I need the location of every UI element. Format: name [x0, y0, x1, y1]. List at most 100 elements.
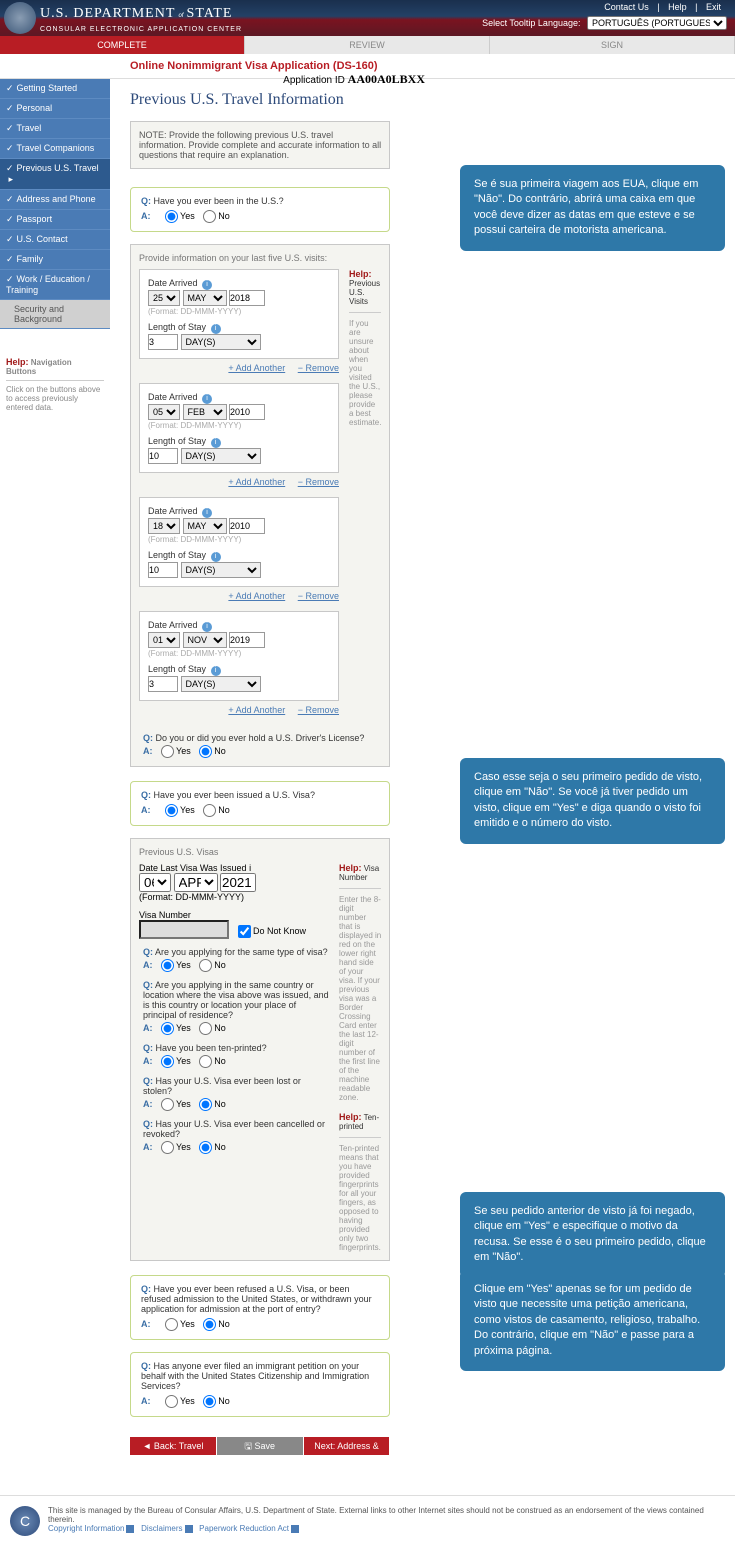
visit-box: Date Arrived i 05 FEB (Format: DD-MMM-YY… — [139, 383, 339, 473]
visas-panel: Previous U.S. Visas Date Last Visa Was I… — [130, 838, 390, 1261]
visit-los[interactable] — [148, 448, 178, 464]
dept-title: U.S. DEPARTMENT of STATE CONSULAR ELECTR… — [40, 6, 242, 34]
copyright-link[interactable]: Copyright Information — [48, 1524, 124, 1533]
disclaimers-link[interactable]: Disclaimers — [141, 1524, 182, 1533]
sidebar-help: Help: Navigation Buttons Click on the bu… — [0, 351, 110, 418]
visit-yy[interactable] — [229, 632, 265, 648]
subq-yes-radio[interactable] — [161, 959, 174, 972]
external-icon — [185, 1525, 193, 1533]
q-refused-visa: Q: Have you ever been refused a U.S. Vis… — [130, 1275, 390, 1340]
paperwork-link[interactable]: Paperwork Reduction Act — [199, 1524, 289, 1533]
add-another-link[interactable]: + Add Another — [228, 705, 285, 715]
dl-no-radio[interactable] — [199, 745, 212, 758]
visa-dd[interactable]: 06 — [139, 873, 171, 892]
visit-mm[interactable]: MAY — [183, 290, 227, 306]
remove-link[interactable]: − Remove — [298, 363, 339, 373]
dl-yes-radio[interactable] — [161, 745, 174, 758]
help-link[interactable]: Help — [668, 2, 687, 12]
q4-no-radio[interactable] — [203, 1395, 216, 1408]
visit-unit[interactable]: DAY(S) — [181, 334, 261, 350]
q2-yes-radio[interactable] — [165, 804, 178, 817]
visa-yy[interactable] — [220, 873, 256, 892]
visit-los[interactable] — [148, 334, 178, 350]
visa-mm[interactable]: APR — [174, 873, 218, 892]
subq-no-radio[interactable] — [199, 1022, 212, 1035]
sidebar-item-getting-started[interactable]: ✓Getting Started — [0, 79, 110, 99]
subq-yes-radio[interactable] — [161, 1022, 174, 1035]
subq-yes-radio[interactable] — [161, 1055, 174, 1068]
sub-question: Q: Has your U.S. Visa ever been cancelle… — [143, 1119, 329, 1139]
visit-mm[interactable]: NOV — [183, 632, 227, 648]
language-selector: Select Tooltip Language: PORTUGUÊS (PORT… — [482, 16, 727, 30]
visit-mm[interactable]: FEB — [183, 404, 227, 420]
visit-dd[interactable]: 05 — [148, 404, 180, 420]
back-button[interactable]: ◄ Back: Travel Companions — [130, 1437, 217, 1455]
q4-yes-radio[interactable] — [165, 1395, 178, 1408]
visit-unit[interactable]: DAY(S) — [181, 562, 261, 578]
q1-yes-radio[interactable] — [165, 210, 178, 223]
info-icon: i — [202, 508, 212, 518]
remove-link[interactable]: − Remove — [298, 477, 339, 487]
add-another-link[interactable]: + Add Another — [228, 363, 285, 373]
language-dropdown[interactable]: PORTUGUÊS (PORTUGUESE) — [587, 16, 727, 30]
sidebar-item-address-phone[interactable]: ✓Address and Phone — [0, 190, 110, 210]
save-button[interactable]: 🖫 Save — [217, 1437, 304, 1455]
visit-dd[interactable]: 18 — [148, 518, 180, 534]
subq-yes-radio[interactable] — [161, 1098, 174, 1111]
sidebar-item-family[interactable]: ✓Family — [0, 250, 110, 270]
sidebar-item-travel[interactable]: ✓Travel — [0, 119, 110, 139]
note-box: NOTE: Provide the following previous U.S… — [130, 121, 390, 169]
sidebar-item-us-contact[interactable]: ✓U.S. Contact — [0, 230, 110, 250]
sub-question: Q: Are you applying for the same type of… — [143, 947, 329, 957]
visit-los[interactable] — [148, 562, 178, 578]
sidebar-item-security[interactable]: Security and Background — [0, 300, 110, 329]
q3-no-radio[interactable] — [203, 1318, 216, 1331]
q-ever-been-us: Q: Have you ever been in the U.S.? A: Ye… — [130, 187, 390, 232]
next-button[interactable]: Next: Address & Phone ► — [304, 1437, 391, 1455]
remove-link[interactable]: − Remove — [298, 591, 339, 601]
q2-no-radio[interactable] — [203, 804, 216, 817]
subq-no-radio[interactable] — [199, 1098, 212, 1111]
sidebar-item-passport[interactable]: ✓Passport — [0, 210, 110, 230]
visit-yy[interactable] — [229, 290, 265, 306]
visit-unit[interactable]: DAY(S) — [181, 676, 261, 692]
nav-buttons: ◄ Back: Travel Companions 🖫 Save Next: A… — [130, 1437, 390, 1455]
q-drivers-license: Q: Do you or did you ever hold a U.S. Dr… — [143, 733, 381, 743]
add-another-link[interactable]: + Add Another — [228, 477, 285, 487]
tab-sign[interactable]: SIGN — [490, 36, 735, 54]
sidebar-item-travel-companions[interactable]: ✓Travel Companions — [0, 139, 110, 159]
add-another-link[interactable]: + Add Another — [228, 591, 285, 601]
dnk-checkbox[interactable] — [238, 925, 251, 938]
q1-no-radio[interactable] — [203, 210, 216, 223]
info-icon: i — [211, 438, 221, 448]
exit-link[interactable]: Exit — [706, 2, 721, 12]
sidebar-item-previous-travel[interactable]: ✓Previous U.S. Travel ▸ — [0, 159, 110, 190]
subq-no-radio[interactable] — [199, 1141, 212, 1154]
visit-dd[interactable]: 01 — [148, 632, 180, 648]
footer-seal-icon: C — [10, 1506, 40, 1536]
subq-no-radio[interactable] — [199, 1055, 212, 1068]
visit-yy[interactable] — [229, 518, 265, 534]
subq-no-radio[interactable] — [199, 959, 212, 972]
tab-complete[interactable]: COMPLETE — [0, 36, 245, 54]
q3-yes-radio[interactable] — [165, 1318, 178, 1331]
tab-review[interactable]: REVIEW — [245, 36, 490, 54]
visit-dd[interactable]: 25 — [148, 290, 180, 306]
sub-question: Q: Are you applying in the same country … — [143, 980, 329, 1020]
external-icon — [126, 1525, 134, 1533]
visa-number-input[interactable] — [139, 920, 229, 939]
visit-los[interactable] — [148, 676, 178, 692]
header-banner: U.S. DEPARTMENT of STATE CONSULAR ELECTR… — [0, 0, 735, 36]
sub-question: Q: Has your U.S. Visa ever been lost or … — [143, 1076, 329, 1096]
visit-mm[interactable]: MAY — [183, 518, 227, 534]
q-immigrant-petition: Q: Has anyone ever filed an immigrant pe… — [130, 1352, 390, 1417]
visit-yy[interactable] — [229, 404, 265, 420]
subq-yes-radio[interactable] — [161, 1141, 174, 1154]
top-links: Contact Us | Help | Exit — [598, 2, 727, 12]
contact-link[interactable]: Contact Us — [604, 2, 649, 12]
sidebar-item-personal[interactable]: ✓Personal — [0, 99, 110, 119]
external-icon — [291, 1525, 299, 1533]
remove-link[interactable]: − Remove — [298, 705, 339, 715]
sidebar-item-work-education[interactable]: ✓Work / Education / Training — [0, 270, 110, 300]
visit-unit[interactable]: DAY(S) — [181, 448, 261, 464]
